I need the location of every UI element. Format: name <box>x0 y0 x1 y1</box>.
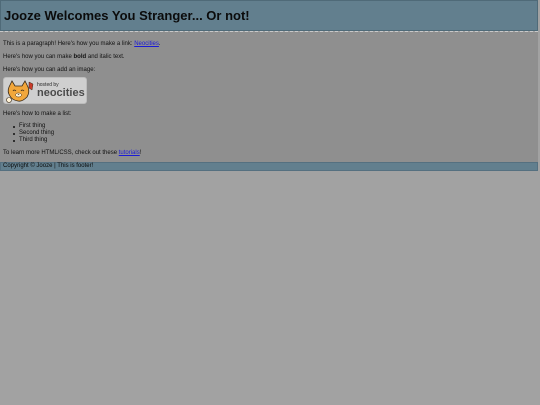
paragraph-period: . <box>158 41 161 47</box>
site-header: Jooze Welcomes You Stranger... Or not! <box>0 0 538 31</box>
paragraph-tutorials: To learn more HTML/CSS, check out these … <box>3 149 141 157</box>
neocities-badge[interactable]: hosted by neocities <box>3 77 87 104</box>
tutorials-exclaim: ! <box>139 150 142 156</box>
list-item: First thing <box>12 123 54 130</box>
list-item: Third thing <box>12 137 54 144</box>
paragraph-text: This is a paragraph! Here's how you make… <box>3 41 135 47</box>
bold-text-outro: and italic text. <box>86 54 125 60</box>
badge-brand-label: neocities <box>37 87 85 99</box>
footer-text: Copyright © Jooze | This is footer! <box>3 163 94 169</box>
main-content: This is a paragraph! Here's how you make… <box>0 32 538 162</box>
bold-text-intro: Here's how you can make <box>3 54 74 60</box>
neocities-cat-icon <box>6 80 34 103</box>
paragraph-bold: Here's how you can make bold and italic … <box>3 53 125 61</box>
tutorials-intro: To learn more HTML/CSS, check out these <box>3 150 119 156</box>
bold-word: bold <box>73 54 87 60</box>
neocities-link[interactable]: Neocities <box>134 41 159 47</box>
list-item: Second thing <box>12 130 55 136</box>
paragraph-image: Here's how you can add an image: <box>3 67 96 73</box>
paragraph-link: This is a paragraph! Here's how you make… <box>3 40 161 48</box>
tutorials-link[interactable]: tutorials <box>119 150 140 156</box>
bullet-list: First thing Second thing Third thing <box>12 123 55 144</box>
site-footer: Copyright © Jooze | This is footer! <box>0 162 538 171</box>
page-title: Jooze Welcomes You Stranger... Or not! <box>4 8 250 23</box>
paragraph-list: Here's how to make a list: <box>3 111 72 117</box>
